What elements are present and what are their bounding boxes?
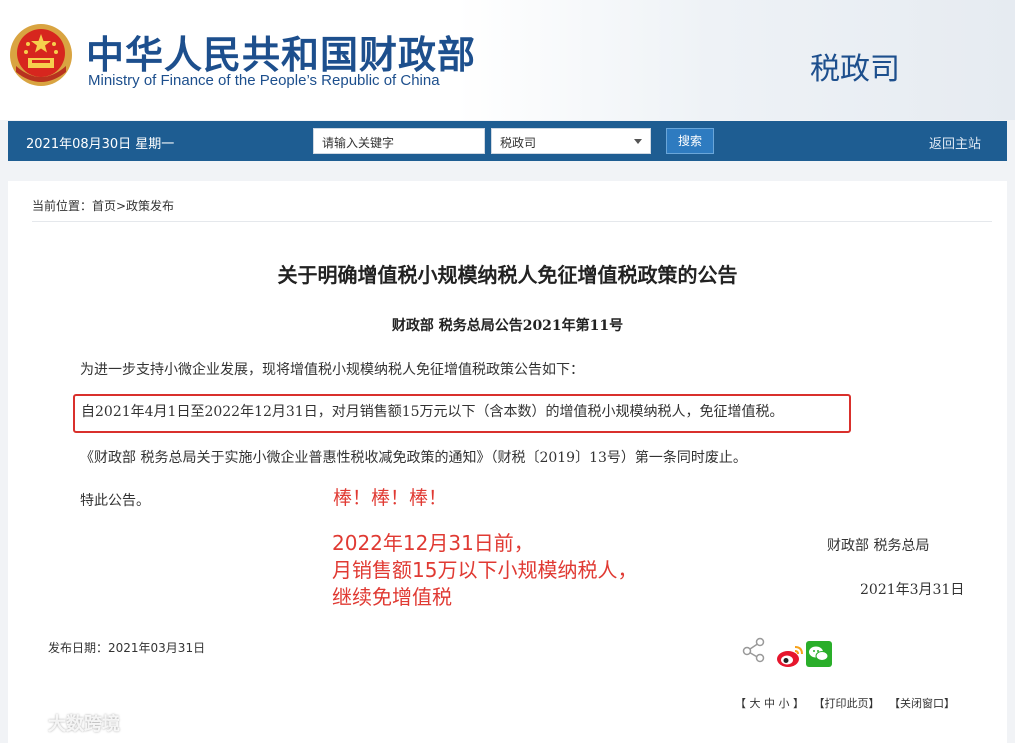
share-icon[interactable]	[742, 637, 766, 663]
sign-date: 2021年3月31日	[860, 582, 965, 598]
annotation-praise: 棒！棒！棒！	[333, 487, 448, 509]
publish-date: 发布日期：2021年03月31日	[48, 641, 206, 655]
close-window-button[interactable]: 【关闭窗口】	[889, 697, 955, 710]
signer: 财政部 税务总局	[827, 538, 930, 554]
department-name: 税政司	[810, 52, 900, 87]
national-emblem-icon	[10, 24, 72, 86]
divider	[32, 221, 992, 222]
wechat-icon[interactable]	[806, 641, 832, 667]
current-date: 2021年08月30日 星期一	[26, 137, 175, 152]
article-card: 当前位置：首页>政策发布 关于明确增值税小规模纳税人免征增值税政策的公告 财政部…	[8, 181, 1007, 743]
return-main-site-link[interactable]: 返回主站	[929, 133, 981, 152]
site-header: 中华人民共和国财政部 Ministry of Finance of the Pe…	[0, 0, 1015, 120]
annotation-line: 2022年12月31日前，	[332, 531, 534, 555]
paragraph-intro: 为进一步支持小微企业发展，现将增值税小规模纳税人免征增值税政策公告如下：	[80, 362, 584, 378]
page-tools: 【 大 中 小 】 【打印此页】 【关闭窗口】	[735, 695, 961, 711]
nav-bar: 2021年08月30日 星期一 请输入关键字 税政司 搜索 返回主站	[8, 121, 1007, 161]
print-page-button[interactable]: 【打印此页】	[814, 697, 880, 710]
watermark-text: 大数跨境	[48, 714, 120, 735]
document-number: 财政部 税务总局公告2021年第11号	[391, 318, 624, 334]
search-button[interactable]: 搜索	[666, 128, 714, 154]
article-title: 关于明确增值税小规模纳税人免征增值税政策的公告	[277, 263, 738, 287]
section-select[interactable]: 税政司	[491, 128, 651, 154]
site-subtitle: Ministry of Finance of the People’s Repu…	[88, 72, 440, 89]
weibo-icon[interactable]	[775, 643, 805, 669]
paragraph-policy: 自2021年4月1日至2022年12月31日，对月销售额15万元以下（含本数）的…	[81, 404, 784, 420]
breadcrumb[interactable]: 当前位置：首页>政策发布	[32, 197, 174, 214]
chevron-down-icon	[634, 139, 642, 144]
paragraph-closing: 特此公告。	[80, 493, 150, 509]
annotation-summary: 2022年12月31日前， 月销售额15万以下小规模纳税人， 继续免增值税	[332, 530, 637, 611]
section-select-value: 税政司	[500, 136, 537, 150]
search-input[interactable]: 请输入关键字	[313, 128, 485, 154]
annotation-line: 月销售额15万以下小规模纳税人，	[332, 558, 638, 582]
paragraph-repeal: 《财政部 税务总局关于实施小微企业普惠性税收减免政策的通知》（财税〔2019〕1…	[80, 450, 747, 466]
annotation-line: 继续免增值税	[332, 585, 452, 609]
site-title: 中华人民共和国财政部	[86, 33, 477, 77]
font-size-tool[interactable]: 【 大 中 小 】	[735, 697, 804, 710]
